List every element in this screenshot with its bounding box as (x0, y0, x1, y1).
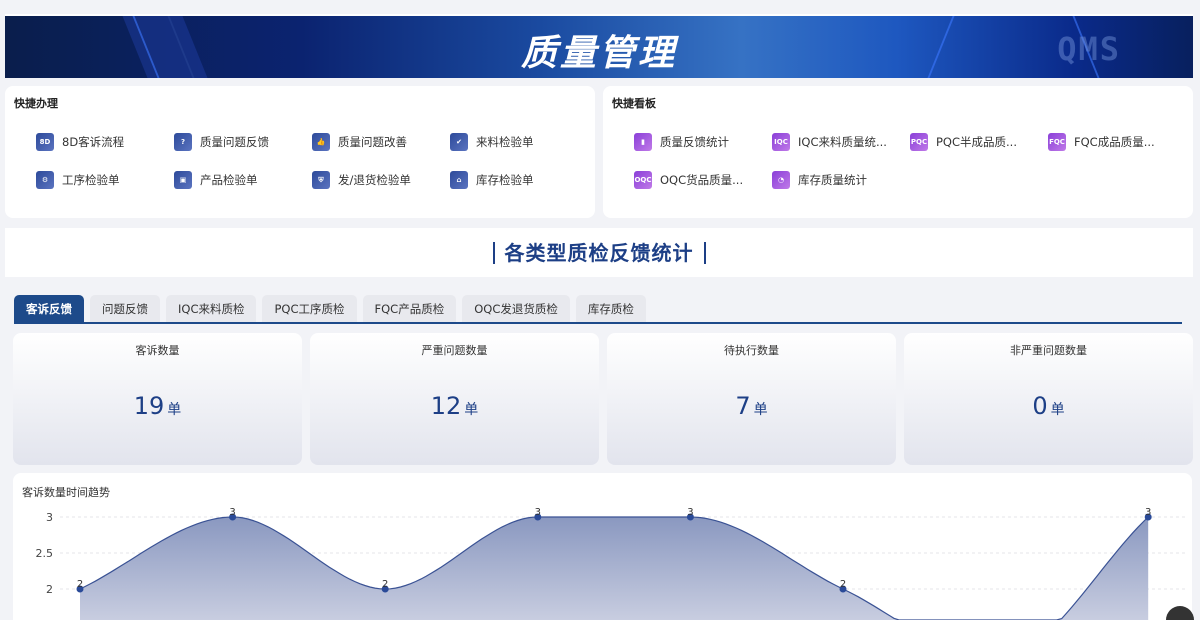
data-label: 3 (1145, 507, 1151, 518)
data-label: 3 (535, 507, 541, 518)
data-label: 2 (77, 579, 83, 590)
y-tick-label: 2 (46, 583, 53, 596)
data-label: 3 (687, 507, 693, 518)
y-tick-label: 2.5 (36, 547, 54, 560)
data-label: 3 (229, 507, 235, 518)
trend-chart: 3 2.5 2 2 3 2 3 3 2 3 (36, 507, 1185, 620)
data-label: 2 (382, 579, 388, 590)
data-label: 2 (840, 579, 846, 590)
area-fill (80, 517, 1149, 620)
y-tick-label: 3 (46, 511, 53, 524)
